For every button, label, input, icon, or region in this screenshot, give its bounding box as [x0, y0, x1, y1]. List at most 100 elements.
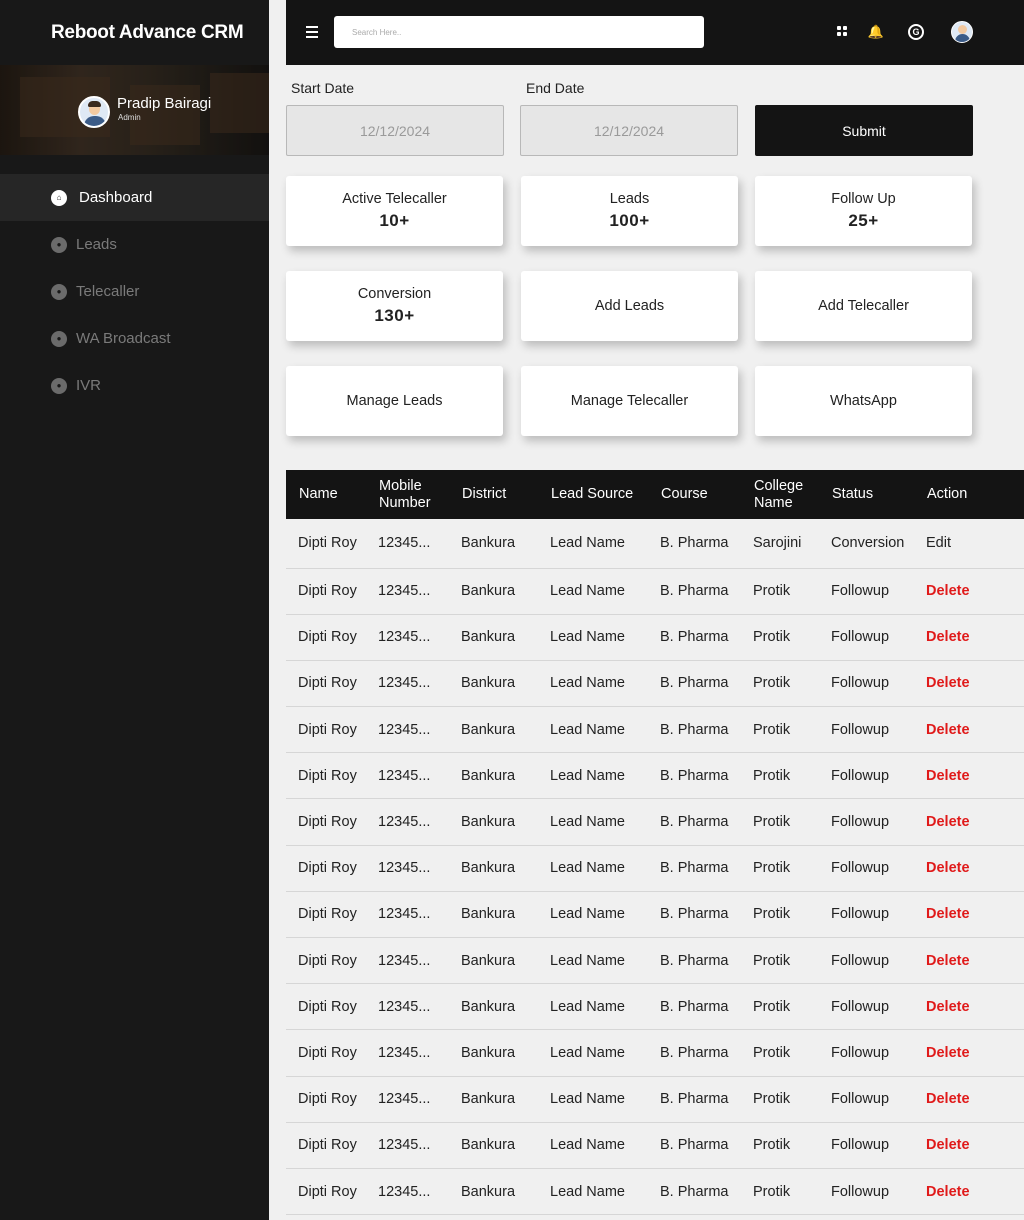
cell-course: B. Pharma: [648, 706, 741, 754]
cell-name: Dipti Roy: [286, 614, 366, 661]
delete-button[interactable]: Delete: [914, 1029, 1024, 1077]
table-row: Dipti Roy 12345... Bankura Lead Name B. Phar…: [286, 1122, 1024, 1169]
cell-name: Dipti Roy: [286, 568, 366, 615]
sidebar-item-label: WA Broadcast: [76, 330, 171, 347]
cell-college-name: Protik: [741, 614, 819, 661]
delete-button[interactable]: Delete: [914, 752, 1024, 800]
cell-status: Followup: [819, 752, 914, 800]
cell-course: B. Pharma: [648, 568, 741, 615]
delete-button[interactable]: Delete: [914, 1122, 1024, 1169]
card-whatsapp[interactable]: WhatsApp: [755, 366, 972, 436]
card-value: 130+: [374, 306, 415, 325]
table-row: Dipti Roy 12345... Bankura Lead Name B. Phar…: [286, 519, 1024, 569]
end-date-field[interactable]: 12/12/2024: [520, 105, 738, 156]
cell-status: Followup: [819, 983, 914, 1031]
delete-button[interactable]: Delete: [914, 568, 1024, 615]
sidebar-item-telecaller[interactable]: ● Telecaller: [0, 268, 269, 315]
sidebar-item-leads[interactable]: ● Leads: [0, 221, 269, 268]
submit-button[interactable]: Submit: [755, 105, 973, 156]
card-follow-up[interactable]: Follow Up 25+: [755, 176, 972, 246]
cell-lead-source: Lead Name: [538, 752, 648, 800]
delete-button[interactable]: Delete: [914, 937, 1024, 985]
user-avatar[interactable]: [951, 21, 973, 43]
cell-status: Followup: [819, 891, 914, 939]
card-add-telecaller[interactable]: Add Telecaller: [755, 271, 972, 341]
cell-mobile-number: 12345...: [366, 568, 449, 615]
sidebar-item-ivr[interactable]: ● IVR: [0, 362, 269, 409]
cell-lead-source: Lead Name: [538, 568, 648, 615]
card-title: Add Leads: [594, 298, 665, 314]
card-active-telecaller[interactable]: Active Telecaller 10+: [286, 176, 503, 246]
cell-district: Bankura: [449, 519, 538, 569]
cell-course: B. Pharma: [648, 937, 741, 985]
cell-course: B. Pharma: [648, 660, 741, 708]
cell-college-name: Protik: [741, 706, 819, 754]
cell-mobile-number: 12345...: [366, 1168, 449, 1216]
delete-button[interactable]: Delete: [914, 891, 1024, 939]
cell-name: Dipti Roy: [286, 706, 366, 754]
cell-course: B. Pharma: [648, 1122, 741, 1169]
card-leads[interactable]: Leads 100+: [521, 176, 738, 246]
edit-button[interactable]: Edit: [914, 519, 1024, 569]
sidebar-item-wa-broadcast[interactable]: ● WA Broadcast: [0, 315, 269, 362]
card-conversion[interactable]: Conversion 130+: [286, 271, 503, 341]
delete-button[interactable]: Delete: [914, 614, 1024, 661]
apps-grid-icon[interactable]: [835, 24, 851, 40]
table-row: Dipti Roy 12345... Bankura Lead Name B. Phar…: [286, 614, 1024, 661]
card-value: 100+: [609, 211, 650, 230]
cell-name: Dipti Roy: [286, 798, 366, 846]
table-row: Dipti Roy 12345... Bankura Lead Name B. Phar…: [286, 1168, 1024, 1216]
card-title: Manage Telecaller: [570, 393, 689, 409]
delete-button[interactable]: Delete: [914, 845, 1024, 892]
delete-button[interactable]: Delete: [914, 798, 1024, 846]
card-manage-telecaller[interactable]: Manage Telecaller: [521, 366, 738, 436]
delete-button[interactable]: Delete: [914, 1168, 1024, 1216]
cell-status: Followup: [819, 1076, 914, 1123]
column-header-college-name: College Name: [741, 470, 819, 519]
cell-course: B. Pharma: [648, 614, 741, 661]
avatar[interactable]: [78, 96, 110, 128]
cell-district: Bankura: [449, 798, 538, 846]
card-title: Follow Up: [831, 191, 896, 207]
delete-button[interactable]: Delete: [914, 660, 1024, 708]
menu-icon[interactable]: [306, 26, 318, 38]
cell-district: Bankura: [449, 891, 538, 939]
cell-district: Bankura: [449, 845, 538, 892]
cell-name: Dipti Roy: [286, 983, 366, 1031]
card-manage-leads[interactable]: Manage Leads: [286, 366, 503, 436]
column-header-lead-source: Lead Source: [538, 470, 648, 519]
start-date-field[interactable]: 12/12/2024: [286, 105, 504, 156]
delete-button[interactable]: Delete: [914, 983, 1024, 1031]
cell-name: Dipti Roy: [286, 1076, 366, 1123]
cell-status: Followup: [819, 1029, 914, 1077]
cell-name: Dipti Roy: [286, 660, 366, 708]
column-header-action: Action: [914, 470, 1024, 519]
search-input[interactable]: [334, 16, 704, 48]
cell-status: Followup: [819, 568, 914, 615]
cell-mobile-number: 12345...: [366, 614, 449, 661]
cell-district: Bankura: [449, 937, 538, 985]
delete-button[interactable]: Delete: [914, 706, 1024, 754]
cell-course: B. Pharma: [648, 798, 741, 846]
card-title: Conversion: [357, 286, 432, 302]
google-icon[interactable]: G: [908, 24, 924, 40]
cell-course: B. Pharma: [648, 983, 741, 1031]
cell-status: Followup: [819, 845, 914, 892]
card-title: Add Telecaller: [818, 298, 909, 314]
cell-district: Bankura: [449, 706, 538, 754]
cell-lead-source: Lead Name: [538, 519, 648, 569]
table-row: Dipti Roy 12345... Bankura Lead Name B. Phar…: [286, 845, 1024, 892]
leads-icon: ●: [51, 236, 67, 253]
cell-district: Bankura: [449, 660, 538, 708]
delete-button[interactable]: Delete: [914, 1076, 1024, 1123]
card-add-leads[interactable]: Add Leads: [521, 271, 738, 341]
cell-college-name: Protik: [741, 798, 819, 846]
cell-name: Dipti Roy: [286, 845, 366, 892]
cell-mobile-number: 12345...: [366, 1029, 449, 1077]
card-value: 10+: [379, 211, 410, 230]
cell-mobile-number: 12345...: [366, 845, 449, 892]
profile-name: Pradip Bairagi: [117, 95, 212, 112]
notification-bell-icon[interactable]: 🔔: [868, 24, 884, 40]
cell-mobile-number: 12345...: [366, 752, 449, 800]
sidebar-item-dashboard[interactable]: ⌂ Dashboard: [0, 174, 269, 221]
